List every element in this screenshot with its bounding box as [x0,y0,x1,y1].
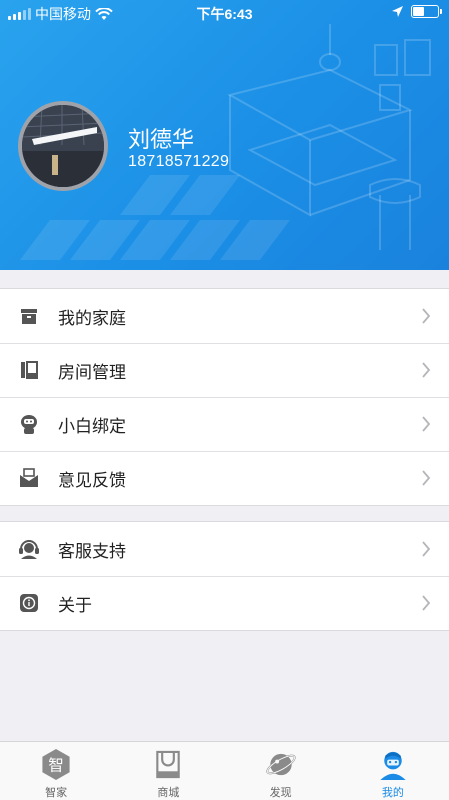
tab-label: 我的 [381,787,404,799]
chevron-right-icon [422,308,431,324]
info-icon [18,592,40,614]
menu-item-room-management[interactable]: 房间管理 [0,343,449,397]
chevron-right-icon [422,470,431,486]
tab-label: 智家 [45,787,68,799]
tab-smart-home[interactable]: 智 智家 [0,742,112,800]
shopping-bag-icon [156,750,181,779]
user-icon [380,751,406,781]
smart-home-glyph: 智 [48,756,64,774]
menu-item-customer-support[interactable]: 客服支持 [0,522,449,576]
battery-icon [411,5,442,18]
robot-icon [18,413,40,435]
menu-label: 关于 [58,595,92,615]
menu-group-secondary: 客服支持 关于 [0,521,449,631]
menu-group-primary: 我的家庭 房间管理 小白绑定 意见反馈 [0,288,449,506]
tab-label: 商城 [157,787,180,799]
room-door-icon [18,359,40,381]
avatar[interactable] [18,101,108,191]
menu-label: 我的家庭 [58,308,126,328]
menu-item-my-family[interactable]: 我的家庭 [0,289,449,343]
chevron-right-icon [422,595,431,611]
menu-item-xiaobai-binding[interactable]: 小白绑定 [0,397,449,451]
menu-label: 意见反馈 [58,470,126,490]
menu-item-about[interactable]: 关于 [0,576,449,630]
chevron-right-icon [422,416,431,432]
clock: 下午6:43 [196,6,253,22]
chevron-right-icon [422,362,431,378]
chevron-right-icon [422,541,431,557]
menu-label: 小白绑定 [58,416,126,436]
profile-header: 中国移动 下午6:43 刘德华 18718571229 [0,0,449,270]
tab-mall[interactable]: 商城 [112,742,224,800]
profile-name: 刘德华 [128,127,195,152]
tab-label: 发现 [269,787,292,799]
tab-mine[interactable]: 我的 [337,742,449,800]
menu-item-feedback[interactable]: 意见反馈 [0,451,449,505]
tab-discover[interactable]: 发现 [225,742,337,800]
avatar-photo [22,105,104,187]
smart-home-icon: 智 [42,748,70,781]
menu-label: 客服支持 [58,541,126,561]
menu-label: 房间管理 [58,362,126,382]
location-arrow-icon [392,6,403,17]
home-box-icon [18,305,40,327]
profile-phone: 18718571229 [128,153,230,170]
planet-icon [265,753,296,776]
feedback-mail-icon [18,467,40,489]
headset-icon [18,538,40,560]
tab-bar: 智 智家 商城 发现 我的 [0,741,449,800]
status-bar: 中国移动 下午6:43 [0,0,449,24]
